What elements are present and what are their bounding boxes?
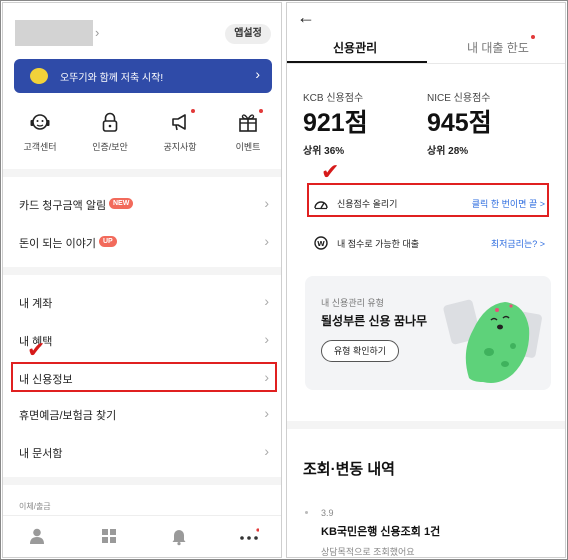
nice-score-value[interactable]: 945점 [427, 103, 492, 139]
megaphone-icon [167, 109, 195, 133]
menu-my-documents[interactable]: 내 문서함 › [3, 437, 281, 467]
chevron-right-icon: › [264, 233, 269, 249]
new-dot [531, 35, 535, 39]
section-divider [3, 169, 281, 177]
quick-auth-security[interactable]: 인증/보안 [79, 111, 141, 153]
menu-card-bill-alert[interactable]: 카드 청구금액 알림 NEW › [3, 189, 281, 219]
red-checkmark: ✔ [27, 337, 46, 362]
quick-label: 인증/보안 [92, 142, 128, 152]
grid-icon[interactable] [99, 526, 119, 546]
chevron-right-icon: › [255, 66, 260, 82]
gift-icon [235, 109, 263, 133]
user-name-redacted[interactable] [15, 20, 93, 46]
kcb-score-label: KCB 신용점수 [303, 93, 364, 104]
bottom-navigation [3, 515, 281, 557]
card-title: 될성부른 신용 꿈나무 [321, 314, 428, 328]
quick-event[interactable]: 이벤트 [217, 109, 279, 153]
check-type-button[interactable]: 유형 확인하기 [321, 340, 399, 362]
left-panel-menu: › 앱설정 오뚜기와 함께 저축 시작! › 고객센터 인증/보안 공지사항 이… [2, 2, 282, 558]
up-badge: UP [99, 236, 117, 247]
history-item-desc: 상담목적으로 조회했어요 [321, 547, 415, 557]
menu-label: 카드 청구금액 알림 [19, 200, 107, 212]
tab-rule [287, 63, 565, 64]
more-icon[interactable] [239, 526, 260, 546]
menu-label: 돈이 되는 이야기 [19, 238, 96, 250]
chevron-right-icon[interactable]: › [95, 25, 99, 40]
chevron-right-icon: › [264, 195, 269, 211]
lock-icon [97, 111, 123, 133]
history-date: 3.9 [321, 508, 334, 518]
new-dot [259, 109, 263, 113]
bell-icon[interactable] [169, 526, 189, 546]
history-title: 조회·변동 내역 [303, 461, 395, 478]
timeline-dot [305, 511, 308, 514]
highlight-box [11, 362, 277, 392]
section-divider [3, 477, 281, 485]
sprout-mascot-icon [443, 299, 542, 383]
new-badge: NEW [109, 198, 134, 209]
card-subtitle: 내 신용관리 유형 [321, 298, 384, 308]
quick-notice[interactable]: 공지사항 [149, 109, 211, 153]
section-divider [3, 267, 281, 275]
chevron-right-icon: › [264, 405, 269, 421]
menu-my-account[interactable]: 내 계좌 › [3, 287, 281, 317]
tab-credit-management[interactable]: 신용관리 [333, 39, 377, 56]
savings-promo-banner[interactable]: 오뚜기와 함께 저축 시작! › [14, 59, 272, 93]
quick-label: 고객센터 [23, 142, 57, 152]
loan-row-label: 내 점수로 가능한 대출 [337, 239, 420, 249]
credit-type-card[interactable]: 내 신용관리 유형 될성부른 신용 꿈나무 유형 확인하기 [305, 276, 551, 390]
chevron-right-icon: › [264, 293, 269, 309]
menu-label: 내 문서함 [19, 448, 63, 460]
person-icon[interactable] [27, 526, 47, 546]
loan-row-link[interactable]: 최저금리는? > [491, 237, 545, 250]
app-settings-button[interactable]: 앱설정 [225, 24, 271, 44]
tab-loan-limit[interactable]: 내 대출 한도 [467, 39, 529, 56]
right-panel-credit: ← 신용관리 내 대출 한도 KCB 신용점수 921점 상위 36% NICE… [286, 2, 566, 558]
loan-row[interactable]: W 내 점수로 가능한 대출 최저금리는? > [305, 229, 551, 257]
menu-label: 휴면예금/보험금 찾기 [19, 410, 117, 422]
kcb-score-value[interactable]: 921점 [303, 103, 368, 139]
coin-mascot-icon [30, 68, 48, 84]
headset-icon [27, 111, 53, 133]
section-divider [287, 421, 565, 429]
nice-score-rank: 상위 28% [427, 146, 469, 157]
chevron-right-icon: › [264, 443, 269, 459]
quick-label: 이벤트 [235, 142, 261, 152]
menu-dormant-funds[interactable]: 휴면예금/보험금 찾기 › [3, 399, 281, 429]
new-dot [191, 109, 195, 113]
svg-text:W: W [317, 240, 325, 248]
active-tab-indicator [287, 61, 427, 63]
quick-customer-center[interactable]: 고객센터 [9, 111, 71, 153]
highlight-box [307, 183, 549, 217]
nice-score-label: NICE 신용점수 [427, 93, 491, 104]
chevron-right-icon: › [264, 331, 269, 347]
section-caption: 이체/출금 [19, 502, 51, 511]
red-checkmark: ✔ [321, 159, 340, 184]
coin-icon: W [313, 236, 329, 250]
history-item-title[interactable]: KB국민은행 신용조회 1건 [321, 523, 440, 539]
menu-label: 내 계좌 [19, 298, 53, 310]
menu-money-story[interactable]: 돈이 되는 이야기 UP › [3, 227, 281, 257]
back-arrow-icon[interactable]: ← [297, 7, 315, 28]
promo-text: 오뚜기와 함께 저축 시작! [60, 73, 164, 84]
kcb-score-rank: 상위 36% [303, 146, 345, 157]
quick-label: 공지사항 [163, 142, 197, 152]
